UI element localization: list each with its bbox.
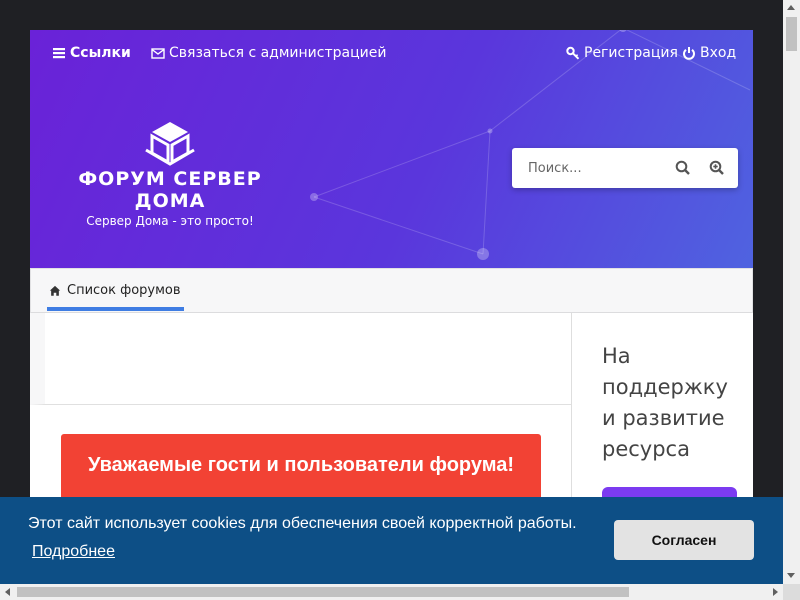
active-tab-indicator bbox=[47, 307, 184, 311]
scroll-up-arrow-icon[interactable] bbox=[787, 5, 795, 10]
scroll-left-arrow-icon[interactable] bbox=[5, 588, 10, 596]
vertical-scroll-thumb[interactable] bbox=[786, 17, 797, 51]
sidebar-donate-title: На поддержку и развитие ресурса bbox=[602, 344, 728, 461]
register-label: Регистрация bbox=[584, 45, 678, 61]
key-icon bbox=[566, 46, 580, 60]
scrollbar-corner bbox=[783, 584, 800, 600]
horizontal-scrollbar[interactable] bbox=[0, 584, 783, 600]
links-menu-label: Ссылки bbox=[70, 45, 131, 61]
notice-text: Уважаемые гости и пользователи форума! bbox=[87, 454, 515, 476]
home-icon bbox=[49, 285, 61, 296]
links-menu[interactable]: Ссылки bbox=[52, 45, 131, 61]
site-tagline: Сервер Дома - это просто! bbox=[86, 214, 254, 228]
scroll-right-arrow-icon[interactable] bbox=[773, 588, 778, 596]
search-box bbox=[512, 148, 738, 188]
tab-bar: Список форумов bbox=[30, 268, 753, 313]
site-title: ФОРУМ СЕРВЕР ДОМА bbox=[78, 168, 262, 212]
envelope-icon bbox=[151, 48, 165, 59]
contact-admin-label: Связаться с администрацией bbox=[169, 45, 387, 61]
top-navigation: Ссылки Связаться с администрацией Регист… bbox=[30, 30, 753, 82]
bars-icon bbox=[53, 48, 65, 59]
cookie-accept-button[interactable]: Согласен bbox=[614, 520, 754, 560]
magnifier-icon[interactable] bbox=[674, 159, 692, 177]
search-input[interactable] bbox=[512, 148, 662, 188]
zoom-in-icon[interactable] bbox=[708, 159, 726, 177]
vertical-scrollbar[interactable] bbox=[783, 0, 800, 584]
contact-admin-link[interactable]: Связаться с администрацией bbox=[151, 45, 386, 61]
cookie-more-link[interactable]: Подробнее bbox=[32, 543, 115, 561]
scroll-down-arrow-icon[interactable] bbox=[787, 573, 795, 578]
login-label: Вход bbox=[700, 45, 737, 61]
cube-icon bbox=[145, 122, 195, 166]
register-link[interactable]: Регистрация bbox=[566, 45, 678, 61]
horizontal-scroll-thumb[interactable] bbox=[17, 587, 629, 597]
tab-forum-list[interactable]: Список форумов bbox=[47, 269, 184, 312]
tab-forum-list-label: Список форумов bbox=[67, 283, 181, 298]
site-logo[interactable]: ФОРУМ СЕРВЕР ДОМА Сервер Дома - это прос… bbox=[44, 120, 296, 228]
site-header: Ссылки Связаться с администрацией Регист… bbox=[30, 30, 753, 268]
power-icon bbox=[683, 47, 695, 60]
cookie-banner: Этот сайт использует cookies для обеспеч… bbox=[0, 497, 788, 584]
cookie-message: Этот сайт использует cookies для обеспеч… bbox=[28, 515, 577, 532]
content-header-area bbox=[30, 313, 571, 405]
login-link[interactable]: Вход bbox=[682, 45, 736, 61]
sidebar: На поддержку и развитие ресурса bbox=[602, 341, 742, 517]
